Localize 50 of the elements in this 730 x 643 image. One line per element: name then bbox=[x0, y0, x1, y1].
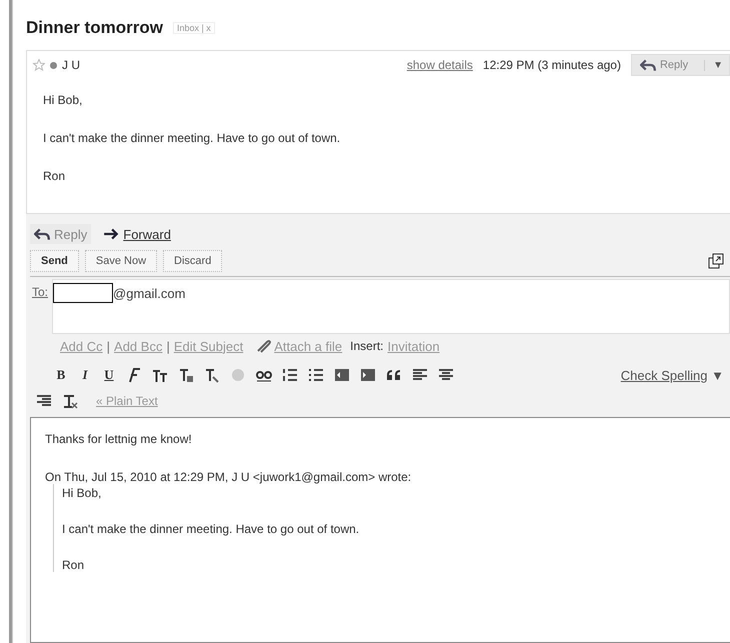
email-subject: Dinner tomorrow bbox=[26, 18, 163, 38]
indent-icon[interactable] bbox=[360, 367, 376, 383]
label-tag: Inbox | x bbox=[172, 22, 215, 34]
check-spelling-link[interactable]: Check Spelling ▼ bbox=[620, 368, 724, 382]
right-arrow-icon bbox=[103, 226, 120, 242]
message-paragraph: Ron bbox=[43, 169, 66, 183]
reply-button[interactable]: Reply ▼ bbox=[630, 54, 730, 76]
star-icon[interactable] bbox=[33, 59, 45, 71]
underline-button[interactable]: U bbox=[102, 367, 116, 383]
paperclip-icon bbox=[255, 338, 272, 354]
discard-button[interactable]: Discard bbox=[163, 250, 222, 272]
italic-button[interactable]: I bbox=[78, 367, 92, 383]
quoted-paragraph: Hi Bob, bbox=[62, 486, 102, 500]
recipient-text: @gmail.com bbox=[113, 285, 186, 301]
quoted-paragraph: I can't make the dinner meeting. Have to go out of town. bbox=[62, 522, 360, 536]
to-label[interactable]: To: bbox=[30, 279, 52, 299]
reply-text: Thanks for lettnig me know! bbox=[45, 432, 193, 446]
bold-button[interactable]: B bbox=[54, 367, 68, 383]
separator: | bbox=[166, 338, 170, 354]
text-color-icon[interactable] bbox=[178, 367, 194, 383]
popout-icon[interactable] bbox=[708, 253, 724, 269]
bulleted-list-icon[interactable] bbox=[308, 367, 324, 383]
show-details-link[interactable]: show details bbox=[406, 58, 473, 72]
font-icon[interactable] bbox=[126, 367, 142, 383]
save-button[interactable]: Save Now bbox=[84, 250, 158, 272]
message-paragraph: I can't make the dinner meeting. Have to go out of town. bbox=[43, 131, 342, 145]
message-time: 12:29 PM (3 minutes ago) bbox=[482, 58, 621, 72]
message-editor[interactable]: Thanks for lettnig me know! On Thu, Jul 15, 2010 at 12:29 PM, J U <juwork1@gmail.com> wrote: Hi Bob, I can't make the dinner meeting. Have to go out of town. Ron bbox=[30, 417, 730, 643]
to-field[interactable]: @gmail.com bbox=[52, 279, 730, 334]
align-center-icon[interactable] bbox=[438, 367, 454, 383]
quote-icon[interactable] bbox=[386, 367, 402, 383]
separator: | bbox=[106, 338, 110, 354]
status-dot bbox=[50, 62, 57, 68]
forward-tab[interactable]: Forward bbox=[99, 224, 175, 244]
sender-name: J U bbox=[62, 58, 80, 72]
reply-arrow-icon bbox=[640, 57, 656, 73]
highlight-icon[interactable] bbox=[204, 367, 220, 383]
quote-attribution: On Thu, Jul 15, 2010 at 12:29 PM, J U <juwork1@gmail.com> wrote: bbox=[45, 470, 412, 484]
quoted-paragraph: Ron bbox=[62, 558, 86, 572]
clear-format-icon[interactable] bbox=[62, 393, 78, 409]
align-left-icon[interactable] bbox=[412, 367, 428, 383]
send-button[interactable]: Send bbox=[30, 250, 79, 272]
reply-arrow-icon bbox=[34, 226, 50, 242]
text-size-icon[interactable] bbox=[152, 367, 168, 383]
message-paragraph: Hi Bob, bbox=[43, 93, 84, 107]
outdent-icon[interactable] bbox=[334, 367, 350, 383]
insert-label: Insert: bbox=[350, 339, 384, 353]
redaction-box bbox=[53, 283, 114, 303]
align-right-icon[interactable] bbox=[36, 393, 52, 409]
numbered-list-icon[interactable] bbox=[282, 367, 298, 383]
